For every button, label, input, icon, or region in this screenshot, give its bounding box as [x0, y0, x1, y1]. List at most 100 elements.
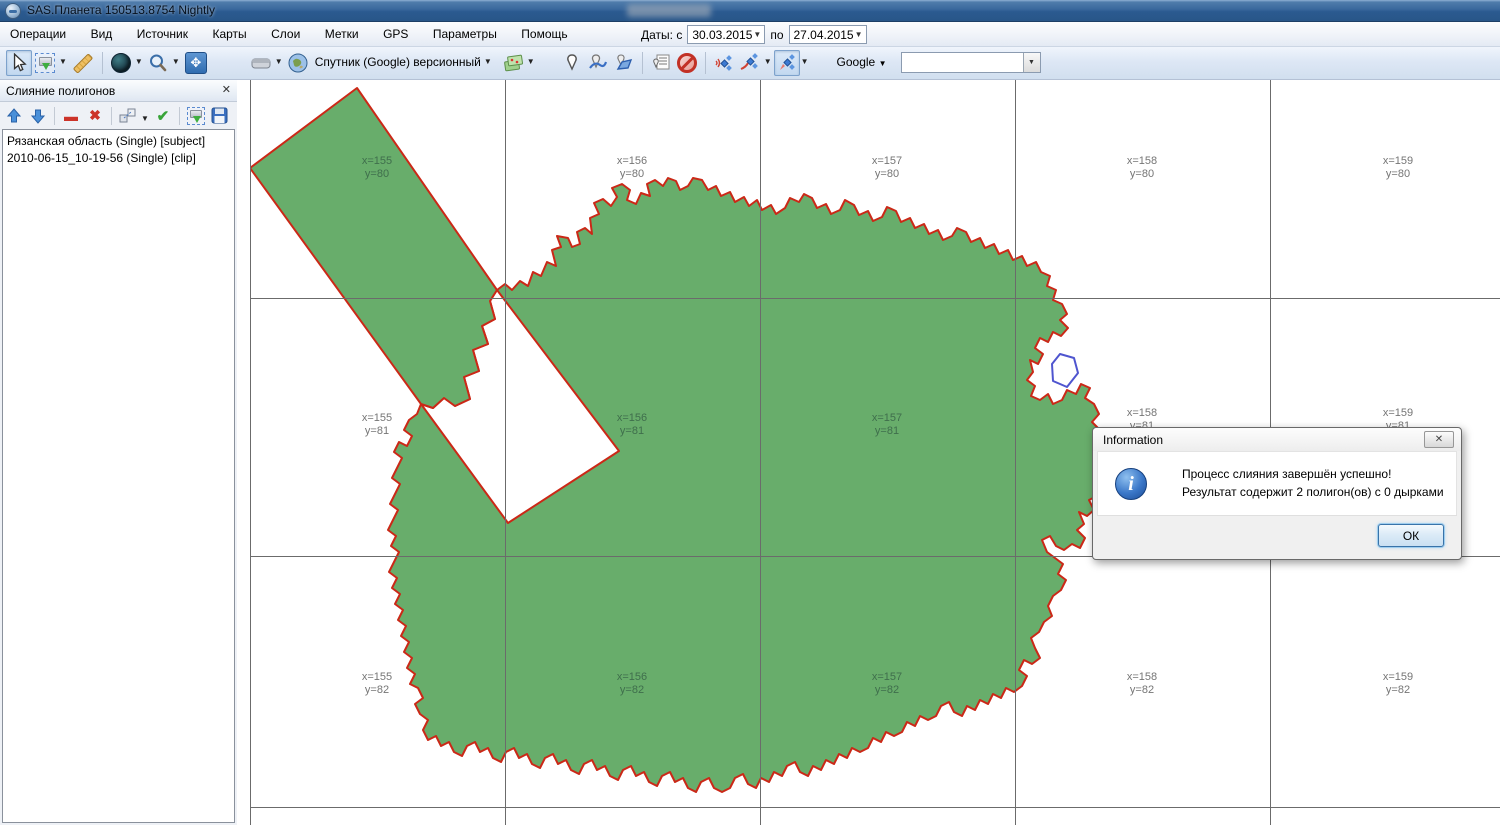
- ruler-button[interactable]: [69, 50, 97, 76]
- add-placemark-button[interactable]: [559, 50, 585, 76]
- move-up-button[interactable]: [2, 105, 26, 127]
- menu-settings[interactable]: Параметры: [423, 22, 507, 45]
- delete-all-icon: ✖: [89, 107, 101, 124]
- search-provider-label[interactable]: Google ▼: [837, 55, 887, 69]
- chevron-down-icon[interactable]: ▼: [141, 114, 149, 123]
- cursor-tool-button[interactable]: [6, 50, 32, 76]
- chevron-down-icon[interactable]: ▼: [59, 57, 67, 66]
- hide-marks-icon: [677, 53, 697, 73]
- toolbar-separator: [111, 107, 112, 125]
- chevron-down-icon[interactable]: ▼: [801, 57, 809, 66]
- toolbar-separator: [102, 52, 103, 74]
- gps-follow-button[interactable]: [774, 50, 800, 76]
- dialog-titlebar[interactable]: Information ✕: [1093, 428, 1461, 451]
- dialog-close-button[interactable]: ✕: [1424, 431, 1454, 448]
- map-type-label[interactable]: Спутник (Google) версионный: [315, 55, 481, 69]
- information-dialog: Information ✕ i Процесс слияния завершён…: [1092, 427, 1462, 560]
- tile-coordinate-label: x=157y=81: [872, 412, 902, 438]
- gps-follow-icon: [777, 53, 797, 73]
- placemark-list-icon: [651, 53, 671, 73]
- magnifier-icon: [148, 53, 168, 73]
- tile-coordinate-label: x=156y=82: [617, 671, 647, 697]
- selection-manager-icon: [35, 53, 55, 73]
- tile-coordinate-label: x=157y=80: [872, 155, 902, 181]
- tile-coordinate-label: x=155y=82: [362, 671, 392, 697]
- tile-coordinate-label: x=158y=82: [1127, 671, 1157, 697]
- tile-coordinate-label: x=155y=80: [362, 155, 392, 181]
- menu-gps[interactable]: GPS: [373, 22, 418, 45]
- remove-item-button[interactable]: ▬: [59, 105, 83, 127]
- dialog-title: Information: [1103, 433, 1163, 447]
- cache-mode-button[interactable]: [248, 50, 274, 76]
- zoom-to-selection-button[interactable]: [184, 105, 208, 127]
- add-path-button[interactable]: [585, 50, 611, 76]
- merge-operation-icon: [119, 107, 137, 125]
- zoom-to-selection-icon: [187, 107, 205, 125]
- selection-manager-button[interactable]: [32, 50, 58, 76]
- info-icon: i: [1115, 468, 1147, 500]
- date-to-combobox[interactable]: 27.04.2015 ▼: [789, 25, 867, 44]
- gps-track-button[interactable]: [737, 50, 763, 76]
- tile-coordinate-label: x=156y=80: [617, 155, 647, 181]
- magnifier-button[interactable]: [145, 50, 171, 76]
- list-item-subject[interactable]: Рязанская область (Single) [subject]: [7, 133, 230, 150]
- save-selection-button[interactable]: [208, 105, 232, 127]
- ok-button[interactable]: ОК: [1378, 524, 1444, 547]
- tile-coordinate-label: x=155y=81: [362, 412, 392, 438]
- menu-view[interactable]: Вид: [81, 22, 123, 45]
- chevron-down-icon[interactable]: ▼: [753, 30, 761, 39]
- polygon-merge-panel: Слияние полигонов ✕ ▬ ✖ ▼: [0, 80, 237, 825]
- search-combobox[interactable]: ▼: [901, 52, 1041, 73]
- menu-source[interactable]: Источник: [127, 22, 198, 45]
- cache-icon: [251, 53, 271, 73]
- toolbar-separator: [642, 52, 643, 74]
- placemark-manager-button[interactable]: [648, 50, 674, 76]
- placemark-icon: [562, 53, 582, 73]
- gps-connect-button[interactable]: [711, 50, 737, 76]
- date-from-combobox[interactable]: 30.03.2015 ▼: [687, 25, 765, 44]
- dates-filter: Даты: с 30.03.2015 ▼ по 27.04.2015 ▼: [641, 24, 867, 45]
- list-item-clip[interactable]: 2010-06-15_10-19-56 (Single) [clip]: [7, 150, 230, 167]
- menu-maps[interactable]: Карты: [202, 22, 256, 45]
- window-titlebar: SAS.Планета 150513.8754 Nightly: [0, 0, 1500, 22]
- gps-signal-icon: [714, 53, 734, 73]
- chevron-down-icon[interactable]: ▼: [855, 30, 863, 39]
- panel-title: Слияние полигонов: [6, 84, 115, 98]
- move-up-icon: [6, 108, 22, 124]
- fullscreen-button[interactable]: ✥: [182, 50, 210, 76]
- menu-layers[interactable]: Слои: [261, 22, 310, 45]
- apply-merge-button[interactable]: ✔: [151, 105, 175, 127]
- dark-globe-icon: [111, 53, 131, 73]
- chevron-down-icon[interactable]: ▼: [764, 57, 772, 66]
- hide-marks-button[interactable]: [674, 50, 700, 76]
- chevron-down-icon[interactable]: ▼: [1023, 53, 1040, 72]
- menu-help[interactable]: Помощь: [511, 22, 577, 45]
- delete-all-button[interactable]: ✖: [83, 105, 107, 127]
- chevron-down-icon[interactable]: ▼: [527, 57, 535, 66]
- merge-operation-button[interactable]: [116, 105, 140, 127]
- add-polygon-button[interactable]: [611, 50, 637, 76]
- map-globe-icon: [288, 53, 308, 73]
- main-toolbar: ▼ ▼ ▼ ✥ ▼ Спутник (Google) версионный ▼: [0, 47, 1500, 80]
- merge-items-list[interactable]: Рязанская область (Single) [subject] 201…: [2, 129, 235, 823]
- zoom-region-button[interactable]: [108, 50, 134, 76]
- toolbar-separator: [179, 107, 180, 125]
- move-down-button[interactable]: [26, 105, 50, 127]
- panel-splitter[interactable]: [237, 80, 250, 825]
- chevron-down-icon[interactable]: ▼: [135, 57, 143, 66]
- chevron-down-icon[interactable]: ▼: [484, 57, 492, 66]
- path-icon: [588, 53, 608, 73]
- menu-marks[interactable]: Метки: [315, 22, 369, 45]
- ruler-icon: [73, 53, 94, 74]
- close-icon[interactable]: ✕: [222, 83, 231, 96]
- dates-to-label: по: [770, 28, 783, 42]
- tile-coordinate-label: x=158y=80: [1127, 155, 1157, 181]
- chevron-down-icon[interactable]: ▼: [172, 57, 180, 66]
- layers-button[interactable]: [500, 50, 526, 76]
- apply-icon: ✔: [157, 107, 170, 125]
- chevron-down-icon[interactable]: ▼: [275, 57, 283, 66]
- menu-operations[interactable]: Операции: [0, 22, 76, 45]
- panel-toolbar: ▬ ✖ ▼ ✔: [0, 102, 237, 128]
- map-type-button[interactable]: [285, 50, 311, 76]
- layers-icon: [503, 53, 523, 73]
